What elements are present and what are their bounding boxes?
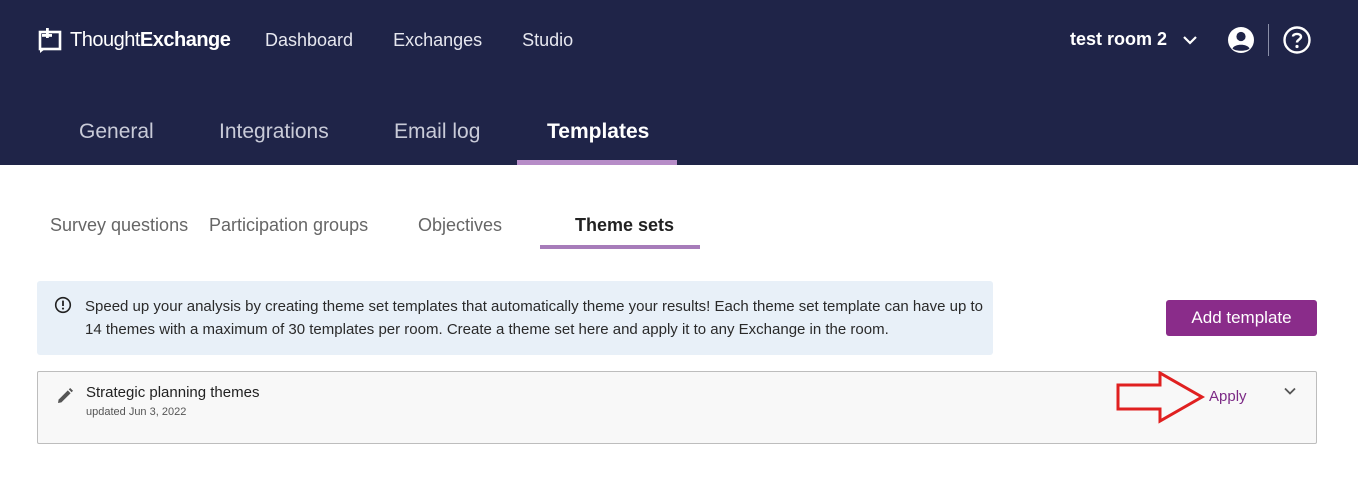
brand-name-light: Thought [70,28,140,51]
brand-logo[interactable]: ThoughtExchange [38,26,231,54]
subtab-objectives[interactable]: Objectives [418,215,502,236]
tab-templates[interactable]: Templates [547,120,649,165]
nav-studio[interactable]: Studio [522,30,573,51]
template-updated-date: updated Jun 3, 2022 [86,406,187,418]
apply-button[interactable]: Apply [1209,388,1247,405]
chevron-down-icon[interactable] [1283,384,1297,398]
top-bar: ThoughtExchange Dashboard Exchanges Stud… [0,0,1358,165]
nav-exchanges[interactable]: Exchanges [393,30,482,51]
subtab-theme-sets[interactable]: Theme sets [575,215,674,236]
info-banner: Speed up your analysis by creating theme… [37,281,993,355]
user-circle-icon[interactable] [1226,25,1256,55]
tab-email-log[interactable]: Email log [394,120,480,165]
active-tab-indicator [517,160,677,165]
room-selector[interactable]: test room 2 [1070,29,1199,50]
tab-general[interactable]: General [79,120,154,165]
pencil-icon[interactable] [56,387,74,405]
thoughtexchange-logo-icon [38,28,62,53]
info-circle-icon [54,296,72,314]
tab-integrations[interactable]: Integrations [219,120,329,165]
subtab-participation-groups[interactable]: Participation groups [209,215,368,236]
chevron-down-icon [1183,35,1197,45]
brand-name: ThoughtExchange [70,28,231,52]
subtab-survey-questions[interactable]: Survey questions [50,215,188,236]
active-subtab-indicator [540,245,700,249]
nav-dashboard[interactable]: Dashboard [265,30,353,51]
top-nav: Dashboard Exchanges Studio [265,30,613,51]
help-circle-icon[interactable] [1282,25,1312,55]
header-divider [1268,24,1269,56]
add-template-button[interactable]: Add template [1166,300,1317,336]
room-name: test room 2 [1070,29,1168,49]
template-title: Strategic planning themes [86,384,260,401]
annotation-arrow-icon [1116,371,1206,424]
info-banner-text: Speed up your analysis by creating theme… [85,298,983,338]
brand-name-bold: Exchange [139,28,231,51]
